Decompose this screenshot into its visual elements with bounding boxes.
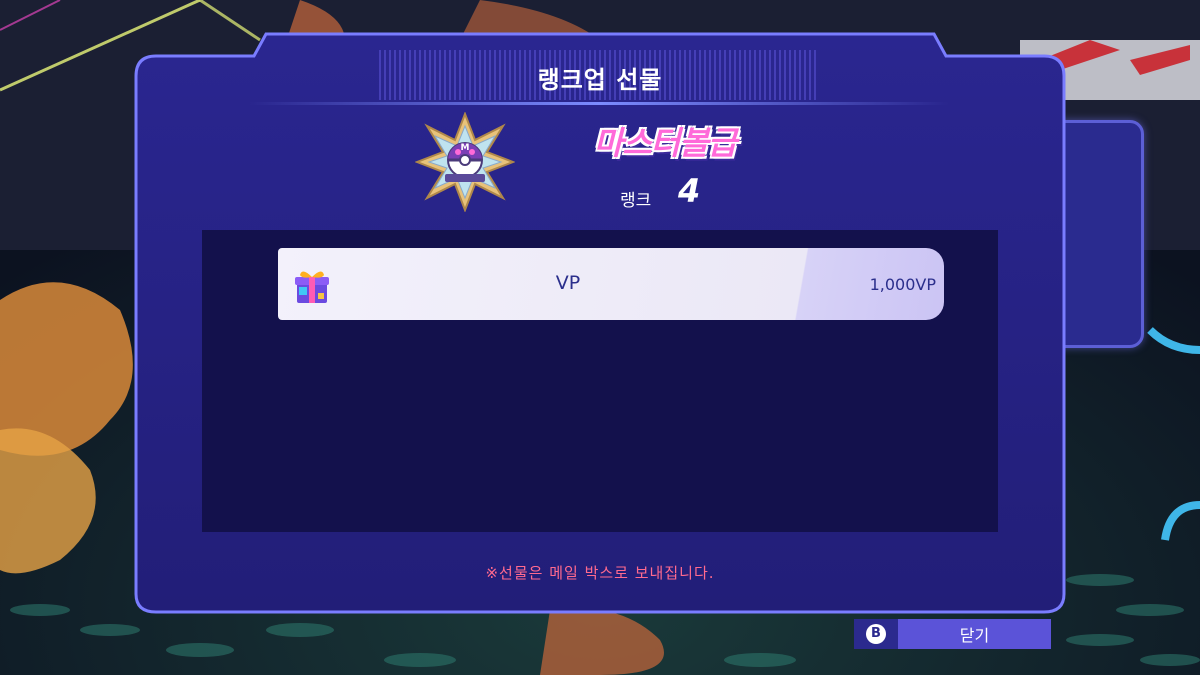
rank-label: 랭크 [620,191,652,211]
rank-tier-name: 마스터볼급 [593,124,737,162]
reward-item: VP 1,000VP [278,248,944,320]
close-button[interactable]: B 닫기 [854,619,1051,649]
b-key-glyph: B [866,624,886,644]
b-key-icon: B [854,619,898,649]
rank-up-gift-dialog: 랭크업 선물 M 마스터볼급 랭크 4 VP 1,000VP ※선물은 메일 박… [134,32,1066,614]
reward-list: VP 1,000VP [202,230,998,532]
mailbox-note: ※선물은 메일 박스로 보내집니다. [485,564,715,582]
master-ball-star-emblem-icon: M [415,112,515,212]
close-button-label: 닫기 [959,626,990,645]
svg-text:M: M [461,143,470,153]
title-divider [249,102,949,105]
reward-amount: 1,000VP [869,275,936,294]
reward-name: VP [555,272,581,294]
rank-number: 4 [678,172,701,210]
dialog-title: 랭크업 선물 [537,66,663,94]
